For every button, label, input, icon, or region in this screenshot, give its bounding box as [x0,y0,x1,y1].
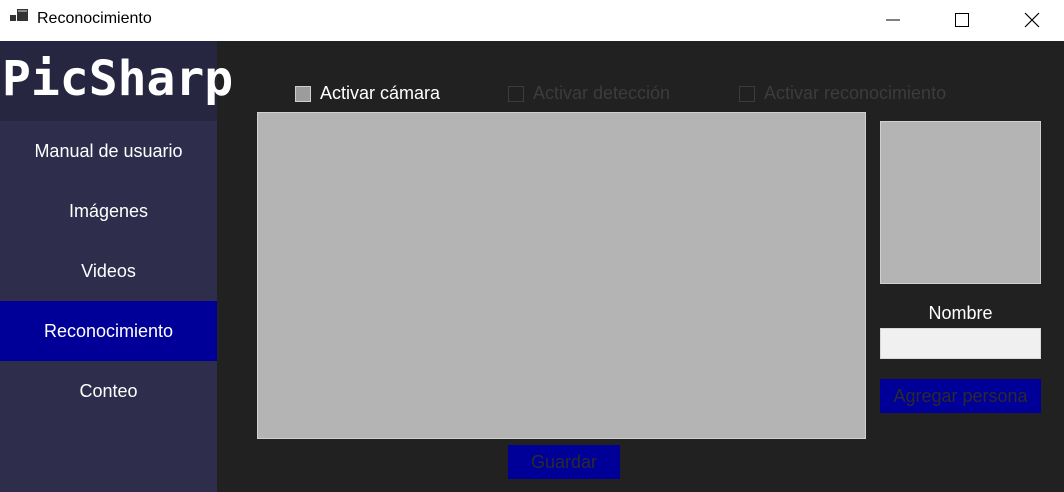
close-icon [1024,12,1040,28]
minimize-icon [886,19,900,21]
window-title: Reconocimiento [37,10,152,27]
sidebar-item-label: Reconocimiento [43,320,174,341]
logo: PicSharp [0,41,233,121]
save-button[interactable]: Guardar [508,445,620,479]
sidebar-item-conteo[interactable]: Conteo [0,361,217,421]
title-bar: Reconocimiento [0,0,1064,40]
checkbox-box[interactable] [508,85,524,102]
activate-camera-checkbox[interactable]: Activar cámara [295,83,440,104]
checkbox-label: Activar reconocimiento [764,83,947,103]
face-preview [880,121,1041,284]
activate-detection-checkbox[interactable]: Activar detección [508,83,670,104]
checkbox-box[interactable] [295,85,311,102]
sidebar-item-reconocimiento[interactable]: Reconocimiento [0,301,217,361]
app-window-icon [10,9,28,21]
sidebar-item-label: Videos [81,260,136,281]
sidebar: PicSharp Manual de usuario Imágenes Vide… [0,41,233,492]
sidebar-item-manual[interactable]: Manual de usuario [0,121,217,181]
activate-recognition-checkbox[interactable]: Activar reconocimiento [739,83,946,104]
camera-view [257,112,866,439]
sidebar-item-label: Imágenes [68,200,149,221]
sidebar-item-label: Conteo [79,380,138,401]
close-button[interactable] [997,0,1064,40]
add-person-button[interactable]: Agregar persona [880,379,1041,413]
checkbox-label: Activar detección [533,83,671,103]
name-label: Nombre [928,303,993,323]
sidebar-item-imagenes[interactable]: Imágenes [0,181,217,241]
maximize-button[interactable] [927,0,997,40]
maximize-icon [955,13,969,27]
checkbox-label: Activar cámara [320,83,441,103]
sidebar-item-label: Manual de usuario [34,140,183,161]
checkbox-box[interactable] [739,85,755,102]
sidebar-item-videos[interactable]: Videos [0,241,217,301]
minimize-button[interactable] [858,0,928,40]
name-input[interactable] [880,328,1041,359]
app-area: PicSharp Manual de usuario Imágenes Vide… [0,41,1064,492]
logo-text: PicSharp [2,51,234,107]
